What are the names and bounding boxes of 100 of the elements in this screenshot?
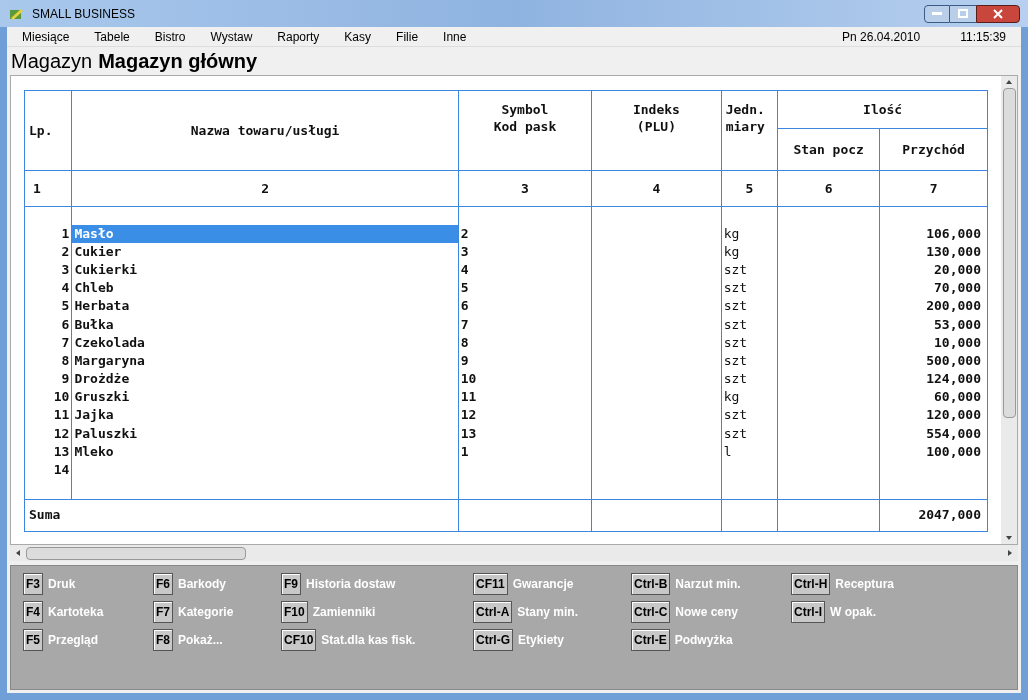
table-cell: szt	[721, 370, 778, 389]
table-cell: 8	[458, 333, 592, 352]
scroll-thumb[interactable]	[1002, 88, 1016, 418]
window-title: SMALL BUSINESS	[32, 5, 135, 23]
column-number: 2	[71, 170, 459, 207]
table-cell: 6	[24, 315, 72, 334]
date-text: Pn 26.04.2010	[842, 28, 921, 46]
table-cell: 13	[24, 442, 72, 461]
menu-item[interactable]: Inne	[443, 27, 467, 46]
key-badge[interactable]: Ctrl-G	[473, 629, 513, 651]
table-cell: 4	[24, 279, 72, 298]
scroll-left-icon	[14, 549, 22, 557]
table-cell: 554,000	[879, 424, 988, 443]
table-cell[interactable]: Jajka	[71, 406, 459, 425]
total-cell: 2047,000	[879, 499, 988, 532]
menu-item[interactable]: Filie	[396, 27, 419, 46]
table-cell: 60,000	[879, 388, 988, 407]
key-badge[interactable]: F8	[153, 629, 173, 651]
table-cell: kg	[721, 242, 778, 261]
maximize-button[interactable]	[950, 4, 976, 23]
key-badge[interactable]: F4	[23, 601, 43, 623]
table-cell: szt	[721, 279, 778, 298]
key-badge[interactable]: F6	[153, 573, 173, 595]
table-cell: 10,000	[879, 333, 988, 352]
table-cell: 20,000	[879, 260, 988, 280]
table-cell: 3	[458, 242, 592, 261]
column-number: 3	[458, 170, 592, 207]
total-label: Suma	[29, 507, 61, 523]
column-number: 4	[591, 170, 722, 207]
key-badge[interactable]: F9	[281, 573, 301, 595]
key-badge[interactable]: F7	[153, 601, 173, 623]
column-number: 6	[777, 170, 880, 207]
key-badge[interactable]: F10	[281, 601, 308, 623]
column-header: Symbol Kod pask	[458, 90, 592, 171]
column-header: Nazwa towaru/usługi	[71, 90, 459, 171]
column-group-header: Ilość	[777, 90, 988, 129]
table-cell: 7	[458, 315, 592, 334]
table-cell: l	[721, 442, 778, 461]
table-cell: 130,000	[879, 242, 988, 261]
menu-item[interactable]: Wystaw	[210, 27, 253, 46]
table-cell: 12	[458, 406, 592, 425]
page-title: Magazyn	[11, 49, 93, 74]
table-cell: 14	[24, 460, 72, 480]
table-cell: 11	[458, 388, 592, 407]
table-cell: 200,000	[879, 297, 988, 316]
table-cell: kg	[721, 388, 778, 407]
menu-item[interactable]: Raporty	[277, 27, 320, 46]
column-header: Indeks (PLU)	[591, 90, 722, 171]
table-cell: 4	[458, 260, 592, 280]
table-cell: szt	[721, 351, 778, 370]
horizontal-scrollbar[interactable]	[10, 545, 1018, 561]
key-badge[interactable]: Ctrl-I	[791, 601, 825, 623]
table-cell: 53,000	[879, 315, 988, 334]
column-header: Lp.	[24, 90, 72, 171]
scroll-right-icon	[1006, 549, 1014, 557]
close-icon	[993, 8, 1003, 19]
table-cell: 11	[24, 406, 72, 425]
key-badge[interactable]: CF10	[281, 629, 317, 651]
scroll-thumb[interactable]	[26, 546, 246, 560]
table-cell: 124,000	[879, 370, 988, 389]
menu-item[interactable]: Kasy	[344, 27, 372, 46]
key-badge[interactable]: Ctrl-H	[791, 573, 831, 595]
menu-item[interactable]: Miesiące	[22, 27, 70, 46]
table-cell: 10	[24, 388, 72, 407]
column-number: 5	[721, 170, 778, 207]
table-cell: szt	[721, 333, 778, 352]
vertical-scrollbar[interactable]	[1001, 76, 1017, 544]
table-cell[interactable]: Drożdże	[71, 370, 459, 389]
column-number: 1	[24, 170, 72, 207]
menu-item[interactable]: Tabele	[94, 27, 130, 46]
table-cell: 12	[24, 424, 72, 443]
key-badge[interactable]: Ctrl-E	[631, 629, 670, 651]
column-header: Przychód	[879, 128, 988, 171]
minimize-button[interactable]	[924, 4, 950, 23]
warehouse-name: Magazyn główny	[98, 49, 258, 74]
key-badge[interactable]: Ctrl-B	[631, 573, 671, 595]
maximize-icon	[958, 9, 968, 18]
table-cell: szt	[721, 406, 778, 425]
close-button[interactable]	[976, 4, 1020, 23]
menu-item[interactable]: Bistro	[154, 27, 186, 46]
table-cell[interactable]: Bułka	[71, 315, 459, 334]
table-cell: kg	[721, 224, 778, 243]
table-cell: szt	[721, 297, 778, 316]
key-badge[interactable]: Ctrl-A	[473, 601, 513, 623]
table-cell: 9	[458, 351, 592, 370]
key-badge[interactable]: F5	[23, 629, 43, 651]
column-number: 7	[879, 170, 988, 207]
table-cell: 2	[24, 242, 72, 261]
table-cell: 8	[24, 351, 72, 370]
table-cell: 2	[458, 224, 592, 243]
table-cell[interactable]: Gruszki	[71, 388, 459, 407]
table-cell: 120,000	[879, 406, 988, 425]
table-cell: szt	[721, 260, 778, 280]
key-badge[interactable]: F3	[23, 573, 43, 595]
key-badge[interactable]: Ctrl-C	[631, 601, 671, 623]
table-cell: szt	[721, 424, 778, 443]
table-cell[interactable]: Herbata	[71, 297, 459, 316]
key-badge[interactable]: CF11	[473, 573, 508, 595]
table-cell: 6	[458, 297, 592, 316]
table-cell[interactable]: Chleb	[71, 279, 459, 298]
